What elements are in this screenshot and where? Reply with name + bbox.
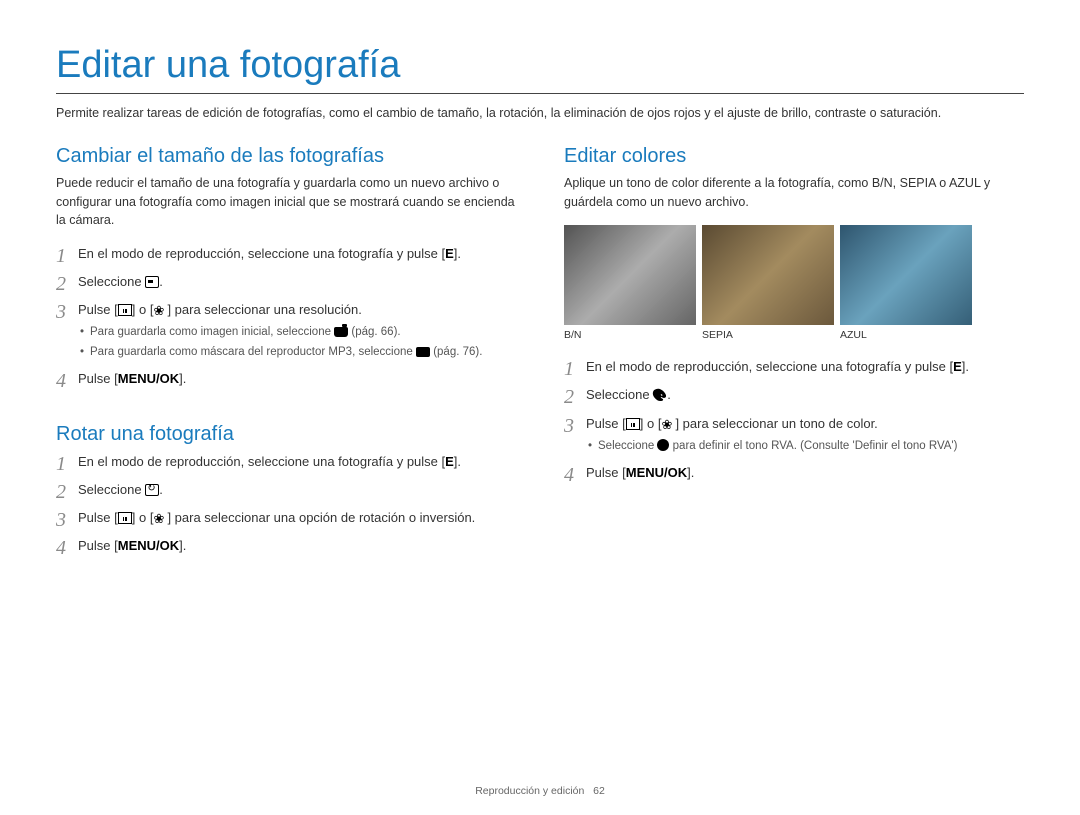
columns: Cambiar el tamaño de las fotografías Pue…: [56, 145, 1024, 565]
sample-bn: B/N: [564, 225, 696, 341]
step-text: ].: [179, 538, 186, 553]
list-item: Pulse [ ] o [ ] para seleccionar un tono d…: [564, 414, 1024, 455]
steps-rotate: En el modo de reproducción, seleccione u…: [56, 452, 516, 557]
list-item: Para guardarla como imagen inicial, sele…: [78, 324, 516, 341]
footer-page-number: 62: [593, 785, 605, 797]
section-title-resize: Cambiar el tamaño de las fotografías: [56, 145, 516, 168]
key-e: E: [445, 454, 454, 469]
step-text: .: [667, 387, 671, 402]
sub-text: Para guardarla como imagen inicial, sele…: [90, 326, 334, 338]
key-menuok: MENU/OK: [626, 465, 687, 480]
key-e: E: [953, 359, 962, 374]
macro-icon: [661, 418, 675, 430]
list-item: Seleccione .: [56, 272, 516, 292]
list-item: En el modo de reproducción, seleccione u…: [564, 357, 1024, 377]
section-intro-resize: Puede reducir el tamaño de una fotografí…: [56, 174, 516, 230]
list-item: Pulse [MENU/OK].: [56, 536, 516, 556]
steps-resize: En el modo de reproducción, seleccione u…: [56, 244, 516, 389]
sample-label: B/N: [564, 329, 696, 341]
sample-image-azul: [840, 225, 972, 325]
sample-label: AZUL: [840, 329, 972, 341]
section-title-colors: Editar colores: [564, 145, 1024, 168]
page-title: Editar una fotografía: [56, 44, 1024, 87]
step-text: ] o [: [132, 302, 154, 317]
list-item: Para guardarla como máscara del reproduc…: [78, 344, 516, 361]
step-text: Seleccione: [78, 274, 145, 289]
step-text: En el modo de reproducción, seleccione u…: [586, 359, 953, 374]
step-text: ].: [962, 359, 969, 374]
substeps: Seleccione para definir el tono RVA. (Co…: [586, 436, 1024, 455]
step-text: ].: [179, 371, 186, 386]
step-text: ].: [687, 465, 694, 480]
step-text: Seleccione: [78, 482, 145, 497]
step-text: Pulse [: [586, 465, 626, 480]
list-item: Pulse [MENU/OK].: [56, 369, 516, 389]
list-item: Pulse [MENU/OK].: [564, 463, 1024, 483]
list-item: Pulse [ ] o [ ] para seleccionar una resol…: [56, 300, 516, 361]
title-rule: [56, 93, 1024, 94]
step-text: ] para seleccionar un tono de color.: [675, 416, 877, 431]
rotate-icon: [145, 484, 159, 496]
sample-image-bn: [564, 225, 696, 325]
start-image-icon: [334, 327, 348, 337]
macro-icon: [153, 512, 167, 524]
palette-icon: [653, 389, 667, 401]
section-title-rotate: Rotar una fotografía: [56, 423, 516, 446]
step-text: ] para seleccionar una opción de rotació…: [167, 510, 475, 525]
sub-text: para definir el tono RVA. (Consulte 'Def…: [669, 440, 957, 452]
step-text: ] o [: [640, 416, 662, 431]
steps-colors: En el modo de reproducción, seleccione u…: [564, 357, 1024, 483]
color-samples: B/N SEPIA AZUL: [564, 225, 1024, 341]
list-item: En el modo de reproducción, seleccione u…: [56, 244, 516, 264]
substeps: Para guardarla como imagen inicial, sele…: [78, 322, 516, 361]
step-text: Pulse [: [78, 371, 118, 386]
step-text: En el modo de reproducción, seleccione u…: [78, 454, 445, 469]
page-footer: Reproducción y edición 62: [0, 785, 1080, 797]
step-text: Seleccione: [586, 387, 653, 402]
resize-icon: [145, 276, 159, 288]
right-column: Editar colores Aplique un tono de color …: [564, 145, 1024, 565]
step-text: ] o [: [132, 510, 154, 525]
step-text: ].: [454, 454, 461, 469]
sample-image-sepia: [702, 225, 834, 325]
sub-text: Para guardarla como máscara del reproduc…: [90, 346, 416, 358]
step-text: Pulse [: [78, 510, 118, 525]
zoom-icon: [118, 304, 132, 316]
step-text: .: [159, 274, 163, 289]
sample-label: SEPIA: [702, 329, 834, 341]
macro-icon: [153, 304, 167, 316]
step-text: Pulse [: [586, 416, 626, 431]
left-column: Cambiar el tamaño de las fotografías Pue…: [56, 145, 516, 565]
manual-page: Editar una fotografía Permite realizar t…: [0, 0, 1080, 815]
step-text: ].: [454, 246, 461, 261]
step-text: Pulse [: [78, 302, 118, 317]
sub-text: Seleccione: [598, 440, 657, 452]
page-intro: Permite realizar tareas de edición de fo…: [56, 104, 1024, 123]
sub-text: (pág. 66).: [348, 326, 400, 338]
sample-azul: AZUL: [840, 225, 972, 341]
rgb-icon: [657, 439, 669, 451]
list-item: En el modo de reproducción, seleccione u…: [56, 452, 516, 472]
step-text: ] para seleccionar una resolución.: [167, 302, 361, 317]
list-item: Seleccione .: [56, 480, 516, 500]
sample-sepia: SEPIA: [702, 225, 834, 341]
footer-section: Reproducción y edición: [475, 785, 584, 797]
section-intro-colors: Aplique un tono de color diferente a la …: [564, 174, 1024, 212]
list-item: Pulse [ ] o [ ] para seleccionar una opció…: [56, 508, 516, 528]
step-text: Pulse [: [78, 538, 118, 553]
mp3-skin-icon: [416, 347, 430, 357]
list-item: Seleccione .: [564, 385, 1024, 405]
list-item: Seleccione para definir el tono RVA. (Co…: [586, 438, 1024, 455]
zoom-icon: [118, 512, 132, 524]
key-menuok: MENU/OK: [118, 538, 179, 553]
key-e: E: [445, 246, 454, 261]
sub-text: (pág. 76).: [430, 346, 482, 358]
zoom-icon: [626, 418, 640, 430]
step-text: En el modo de reproducción, seleccione u…: [78, 246, 445, 261]
key-menuok: MENU/OK: [118, 371, 179, 386]
step-text: .: [159, 482, 163, 497]
